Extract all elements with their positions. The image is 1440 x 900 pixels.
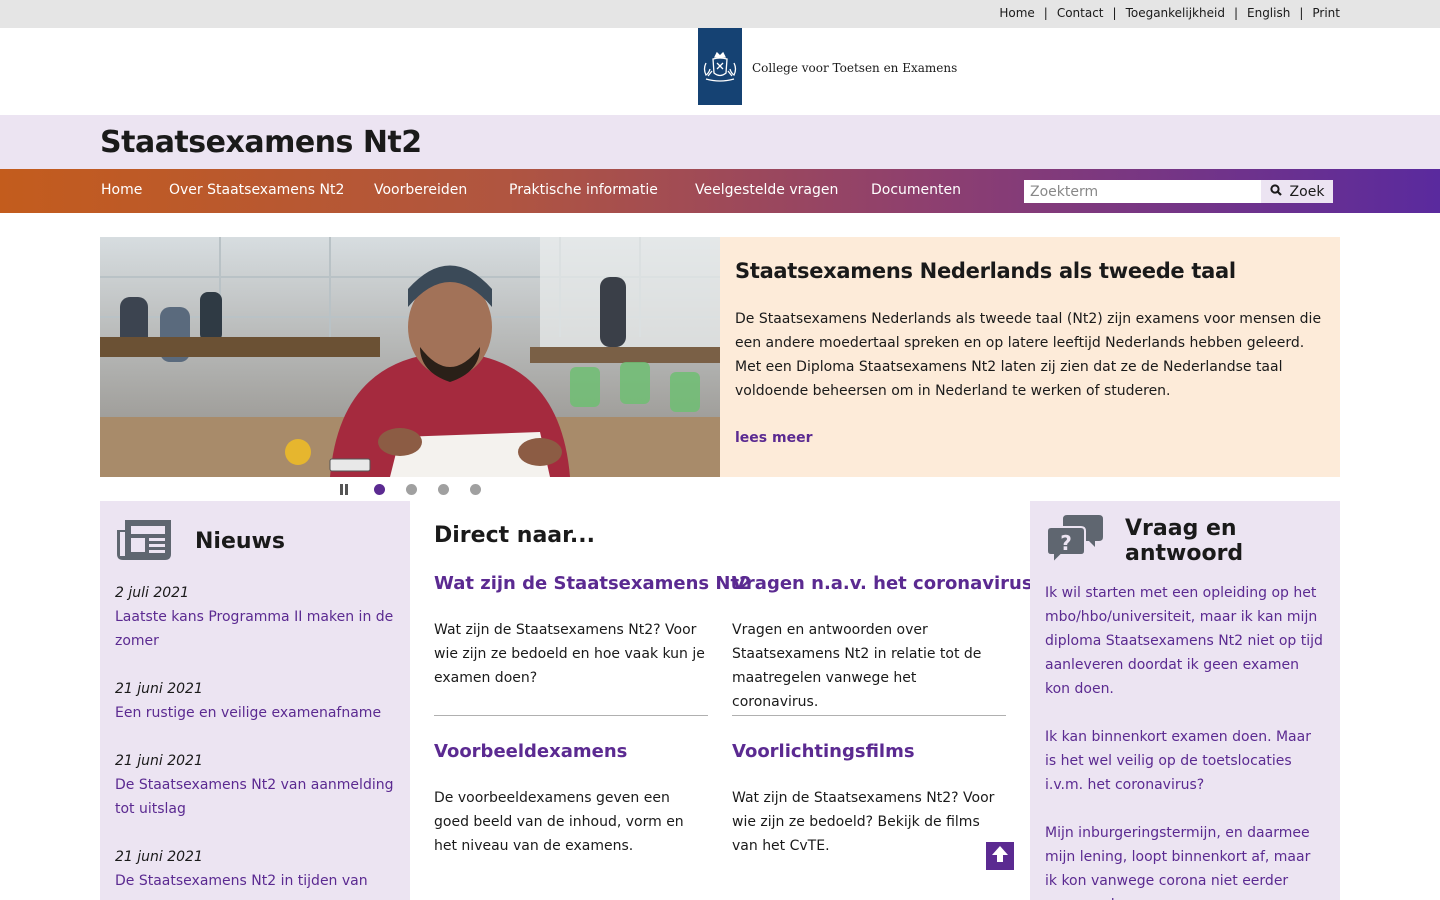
news-link[interactable]: De Staatsexamens Nt2 van aanmelding tot … (115, 773, 395, 821)
separator: | (1112, 6, 1117, 20)
qa-link[interactable]: Mijn inburgeringstermijn, en daarmee mij… (1045, 821, 1325, 900)
direct-block-link[interactable]: Voorlichtingsfilms (732, 741, 1006, 762)
question-bubbles-icon: ? (1045, 513, 1105, 569)
qa-heading: Vraag en antwoord (1125, 516, 1244, 566)
separator: | (1043, 6, 1048, 20)
direct-block-link[interactable]: Voorbeeldexamens (434, 741, 708, 762)
direct-block: Wat zijn de Staatsexamens Nt2 Wat zijn d… (434, 573, 752, 690)
carousel-dot-4[interactable] (470, 483, 481, 495)
news-date: 21 juni 2021 (115, 681, 203, 697)
news-date: 21 juni 2021 (115, 753, 203, 769)
news-heading: Nieuws (195, 528, 285, 554)
svg-text:?: ? (1060, 531, 1072, 555)
carousel-dot-3[interactable] (438, 483, 449, 495)
utility-bar: Home | Contact | Toegankelijkheid | Engl… (0, 0, 1440, 28)
rijksoverheid-crest-icon[interactable] (698, 28, 742, 105)
news-link[interactable]: Een rustige en veilige examenafname (115, 701, 395, 725)
news-item: 21 juni 2021 De Staatsexamens Nt2 van aa… (115, 749, 395, 821)
direct-block-text: De voorbeeldexamens geven een goed beeld… (434, 790, 684, 854)
search-icon (1269, 183, 1282, 200)
news-link[interactable]: Laatste kans Programma II maken in de zo… (115, 605, 395, 653)
pause-icon[interactable] (340, 482, 352, 496)
nav-item-over[interactable]: Over Staatsexamens Nt2 (169, 182, 344, 198)
logo-header: College voor Toetsen en Examens (0, 28, 1440, 115)
nav-item-documenten[interactable]: Documenten (871, 182, 961, 198)
hero-title: Staatsexamens Nederlands als tweede taal (735, 259, 1236, 283)
utility-link-contact[interactable]: Contact (1057, 6, 1104, 20)
direct-block-link[interactable]: Vragen n.a.v. het coronavirus (732, 573, 1033, 594)
direct-block: Vragen n.a.v. het coronavirus Vragen en … (732, 573, 1033, 714)
back-to-top-button[interactable] (986, 842, 1014, 870)
nav-item-veelgestelde-vragen[interactable]: Veelgestelde vragen (695, 182, 838, 198)
separator: | (1233, 6, 1238, 20)
hero-panel: Staatsexamens Nederlands als tweede taal… (720, 237, 1340, 477)
divider (732, 715, 1006, 716)
utility-link-print[interactable]: Print (1312, 6, 1340, 20)
news-link[interactable]: De Staatsexamens Nt2 in tijden van coron… (115, 869, 395, 900)
search-button[interactable]: Zoek (1261, 180, 1333, 203)
direct-block-text: Vragen en antwoorden over Staatsexamens … (732, 622, 982, 710)
separator: | (1299, 6, 1304, 20)
main-nav: Home Over Staatsexamens Nt2 Voorbereiden… (0, 169, 1440, 213)
search-button-label: Zoek (1289, 183, 1325, 200)
news-item: 21 juni 2021 De Staatsexamens Nt2 in tij… (115, 845, 395, 900)
search-input[interactable] (1024, 180, 1261, 203)
site-title[interactable]: Staatsexamens Nt2 (100, 125, 422, 160)
read-more-link[interactable]: lees meer (735, 430, 812, 446)
direct-block-link[interactable]: Wat zijn de Staatsexamens Nt2 (434, 573, 752, 594)
news-item: 2 juli 2021 Laatste kans Programma II ma… (115, 581, 395, 653)
carousel-dot-2[interactable] (406, 483, 417, 495)
qa-header: ? Vraag en antwoord (1045, 511, 1325, 571)
qa-link[interactable]: Ik wil starten met een opleiding op het … (1045, 581, 1325, 701)
qa-section: ? Vraag en antwoord Ik wil starten met e… (1030, 501, 1340, 900)
hero-text: De Staatsexamens Nederlands als tweede t… (735, 311, 1322, 399)
direct-block-text: Wat zijn de Staatsexamens Nt2? Voor wie … (732, 790, 995, 854)
news-header: Nieuws (115, 511, 395, 571)
organization-name: College voor Toetsen en Examens (752, 61, 958, 75)
carousel-controls (340, 482, 502, 496)
news-section: Nieuws 2 juli 2021 Laatste kans Programm… (100, 501, 410, 900)
qa-link[interactable]: Ik kan binnenkort examen doen. Maar is h… (1045, 725, 1325, 797)
hero-image (100, 237, 720, 477)
nav-item-voorbereiden[interactable]: Voorbereiden (374, 182, 467, 198)
site-title-bar: Staatsexamens Nt2 (0, 115, 1440, 169)
divider (434, 715, 708, 716)
nav-item-home[interactable]: Home (101, 182, 142, 198)
nav-item-praktische-informatie[interactable]: Praktische informatie (509, 182, 658, 198)
utility-link-english[interactable]: English (1247, 6, 1290, 20)
news-date: 21 juni 2021 (115, 849, 203, 865)
direct-heading: Direct naar... (434, 523, 595, 548)
direct-block-text: Wat zijn de Staatsexamens Nt2? Voor wie … (434, 622, 705, 686)
utility-link-accessibility[interactable]: Toegankelijkheid (1126, 6, 1225, 20)
direct-block: Voorlichtingsfilms Wat zijn de Staatsexa… (732, 741, 1006, 858)
utility-link-home[interactable]: Home (999, 6, 1034, 20)
arrow-up-icon (990, 844, 1010, 868)
carousel-dot-1[interactable] (374, 483, 385, 495)
direct-block: Voorbeeldexamens De voorbeeldexamens gev… (434, 741, 708, 858)
newspaper-icon (115, 516, 175, 566)
news-date: 2 juli 2021 (115, 585, 189, 601)
utility-nav: Home | Contact | Toegankelijkheid | Engl… (999, 6, 1340, 20)
news-item: 21 juni 2021 Een rustige en veilige exam… (115, 677, 395, 725)
